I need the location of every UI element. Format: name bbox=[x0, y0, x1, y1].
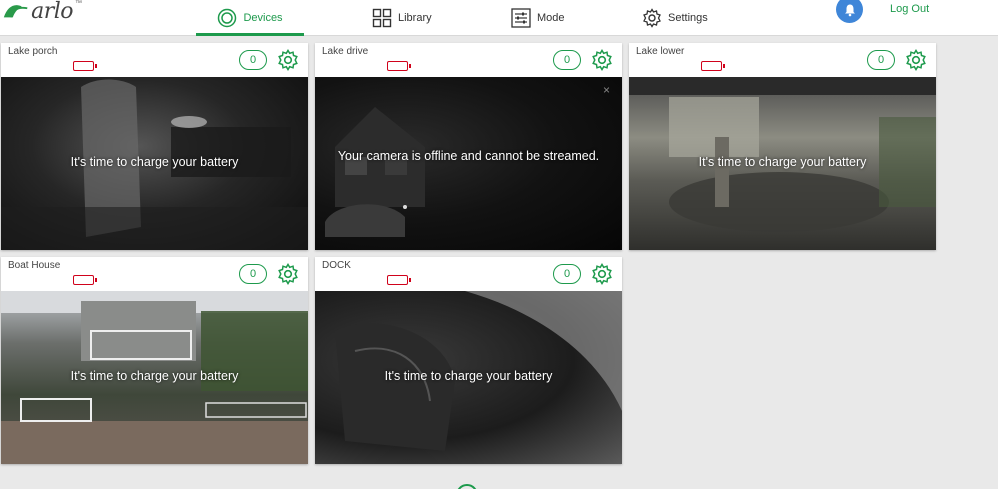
camera-feed[interactable]: It's time to charge your battery bbox=[1, 291, 308, 464]
nav-devices[interactable]: Devices bbox=[196, 0, 304, 36]
settings-gear-icon bbox=[643, 8, 661, 28]
top-navigation: arlo ™ Devices Library Mode Settings Log… bbox=[0, 0, 998, 36]
camera-card-lake-drive: Lake drive 0 × Your camera is offline an… bbox=[315, 43, 622, 250]
mode-sliders-icon bbox=[511, 8, 531, 28]
battery-low-icon bbox=[73, 275, 97, 285]
library-grid-icon bbox=[372, 8, 392, 28]
camera-card-header: Lake lower 0 bbox=[629, 43, 936, 77]
battery-charge-message: It's time to charge your battery bbox=[70, 369, 239, 383]
close-icon[interactable]: × bbox=[603, 83, 610, 97]
nav-settings[interactable]: Settings bbox=[642, 0, 708, 36]
camera-snapshot-image bbox=[325, 107, 425, 237]
camera-card-header: Lake porch 0 bbox=[1, 43, 308, 77]
battery-low-icon bbox=[387, 275, 411, 285]
battery-charge-message: It's time to charge your battery bbox=[698, 155, 867, 169]
camera-name: Lake lower bbox=[636, 46, 685, 57]
nav-settings-label: Settings bbox=[668, 12, 708, 24]
clip-count-badge[interactable]: 0 bbox=[239, 50, 267, 70]
camera-settings-gear-icon[interactable] bbox=[277, 263, 299, 285]
arlo-logo-mark-icon bbox=[3, 5, 28, 18]
offline-message: Your camera is offline and cannot be str… bbox=[337, 149, 600, 163]
clip-count-badge[interactable]: 0 bbox=[553, 50, 581, 70]
arlo-logo[interactable]: arlo ™ bbox=[2, 0, 82, 24]
camera-card-lake-porch: Lake porch 0 It's time to charge your ba… bbox=[1, 43, 308, 250]
camera-name: DOCK bbox=[322, 260, 351, 271]
camera-feed[interactable]: It's time to charge your battery bbox=[315, 291, 622, 464]
camera-card-header: DOCK 0 bbox=[315, 257, 622, 291]
battery-charge-message: It's time to charge your battery bbox=[384, 369, 553, 383]
camera-card-dock: DOCK 0 It's time to charge your battery bbox=[315, 257, 622, 464]
clip-count-badge[interactable]: 0 bbox=[239, 264, 267, 284]
notifications-button[interactable] bbox=[836, 0, 863, 23]
nav-devices-label: Devices bbox=[243, 12, 283, 24]
logout-link[interactable]: Log Out bbox=[890, 3, 929, 15]
bell-icon bbox=[844, 4, 855, 16]
battery-low-icon bbox=[701, 61, 725, 71]
camera-card-boat-house: Boat House 0 It's time to charge your ba… bbox=[1, 257, 308, 464]
camera-name: Lake drive bbox=[322, 46, 369, 57]
nav-library-label: Library bbox=[398, 12, 432, 24]
arlo-logo-text: arlo bbox=[31, 0, 73, 24]
camera-settings-gear-icon[interactable] bbox=[591, 263, 613, 285]
nav-mode-label: Mode bbox=[537, 12, 565, 24]
nav-library[interactable]: Library bbox=[372, 0, 432, 36]
camera-card-header: Boat House 0 bbox=[1, 257, 308, 291]
camera-settings-gear-icon[interactable] bbox=[277, 49, 299, 71]
trademark-mark: ™ bbox=[75, 0, 82, 7]
devices-icon bbox=[218, 8, 237, 28]
battery-low-icon bbox=[73, 61, 97, 71]
camera-settings-gear-icon[interactable] bbox=[591, 49, 613, 71]
camera-feed[interactable]: It's time to charge your battery bbox=[629, 77, 936, 250]
camera-name: Boat House bbox=[8, 260, 61, 271]
camera-feed[interactable]: × Your camera is offline and cannot be s… bbox=[315, 77, 622, 250]
clip-count-badge[interactable]: 0 bbox=[867, 50, 895, 70]
clip-count-badge[interactable]: 0 bbox=[553, 264, 581, 284]
camera-card-header: Lake drive 0 bbox=[315, 43, 622, 77]
nav-mode[interactable]: Mode bbox=[511, 0, 565, 36]
camera-settings-gear-icon[interactable] bbox=[905, 49, 927, 71]
battery-low-icon bbox=[387, 61, 411, 71]
battery-charge-message: It's time to charge your battery bbox=[70, 155, 239, 169]
camera-feed[interactable]: It's time to charge your battery bbox=[1, 77, 308, 250]
add-device-button[interactable] bbox=[456, 484, 478, 489]
camera-name: Lake porch bbox=[8, 46, 58, 57]
camera-card-lake-lower: Lake lower 0 It's time to charge your ba… bbox=[629, 43, 936, 250]
